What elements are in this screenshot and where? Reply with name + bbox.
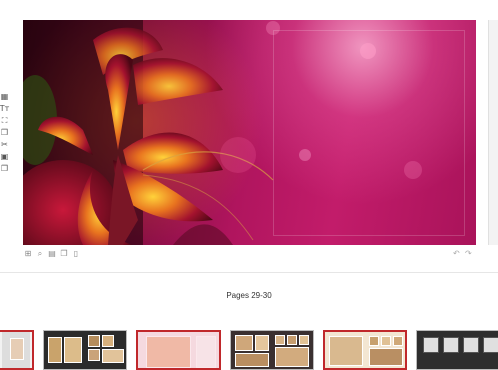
page-canvas[interactable] — [23, 20, 476, 245]
text-icon[interactable]: Tт — [0, 104, 9, 114]
crop-icon[interactable]: ⛶ — [0, 116, 9, 126]
page-thumbnail[interactable] — [43, 330, 127, 370]
copy-icon[interactable]: ❐ — [0, 164, 9, 174]
page-thumbnail[interactable] — [230, 330, 314, 370]
clipart-icon[interactable]: ✂ — [0, 140, 9, 150]
canvas-toolbar: ⊞ ⌕ ▤ ❐ ▯ — [24, 250, 80, 258]
page-filmstrip — [0, 330, 498, 370]
page-range-label: Pages 29-30 — [226, 291, 272, 300]
page-thumbnail[interactable] — [0, 330, 34, 370]
grid-icon[interactable]: ▦ — [0, 92, 9, 102]
photobook-editor: ▦ Tт ⛶ ❒ ✂ ▣ ❐ ⊞ ⌕ ▤ ❐ ▯ ↶ ↷ Pages 29-30 — [0, 0, 498, 370]
page-thumbnail[interactable] — [416, 330, 498, 370]
duplicate-icon[interactable]: ❐ — [60, 250, 68, 258]
page-icon[interactable]: ▤ — [48, 250, 56, 258]
left-toolbar: ▦ Tт ⛶ ❒ ✂ ▣ ❐ — [0, 92, 9, 174]
redo-icon[interactable]: ↷ — [465, 250, 474, 258]
frame-icon[interactable]: ▣ — [0, 152, 9, 162]
layers-icon[interactable]: ❒ — [0, 128, 9, 138]
zoom-icon[interactable]: ⌕ — [36, 250, 44, 258]
grid-toggle-icon[interactable]: ⊞ — [24, 250, 32, 258]
page-thumbnail[interactable] — [136, 330, 221, 370]
safe-area-guide — [273, 30, 465, 236]
divider — [0, 272, 498, 273]
page-thumbnail[interactable] — [323, 330, 407, 370]
undo-icon[interactable]: ↶ — [453, 250, 462, 258]
delete-icon[interactable]: ▯ — [72, 250, 80, 258]
history-toolbar: ↶ ↷ — [453, 250, 474, 258]
adjacent-page-edge — [488, 20, 498, 245]
